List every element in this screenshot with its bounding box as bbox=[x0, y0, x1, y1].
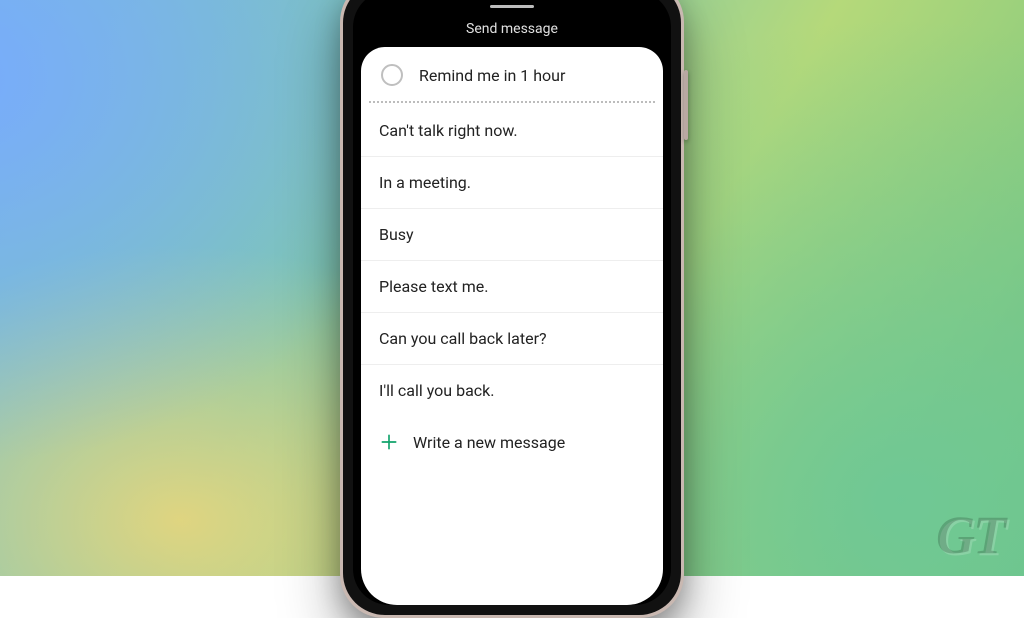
quick-reply-list: Can't talk right now. In a meeting. Busy… bbox=[361, 105, 663, 416]
write-new-message[interactable]: Write a new message bbox=[361, 416, 663, 474]
quick-reply-item[interactable]: Busy bbox=[361, 209, 663, 261]
remind-me-label: Remind me in 1 hour bbox=[419, 66, 565, 85]
quick-reply-item[interactable]: In a meeting. bbox=[361, 157, 663, 209]
plus-icon bbox=[379, 432, 399, 452]
quick-reply-item[interactable]: I'll call you back. bbox=[361, 365, 663, 416]
phone-bezel: Send message Remind me in 1 hour Can't t… bbox=[343, 0, 681, 615]
quick-reply-item[interactable]: Please text me. bbox=[361, 261, 663, 313]
phone-screen: Send message Remind me in 1 hour Can't t… bbox=[353, 0, 671, 605]
quick-reply-sheet: Remind me in 1 hour Can't talk right now… bbox=[361, 47, 663, 605]
quick-reply-item[interactable]: Can't talk right now. bbox=[361, 105, 663, 157]
write-new-message-label: Write a new message bbox=[413, 433, 565, 452]
phone-mockup: Send message Remind me in 1 hour Can't t… bbox=[340, 0, 684, 618]
divider-dotted bbox=[369, 101, 655, 103]
watermark-logo: GT bbox=[936, 504, 1004, 566]
radio-unchecked-icon bbox=[381, 64, 403, 86]
phone-side-button bbox=[684, 70, 688, 140]
sheet-title: Send message bbox=[353, 21, 671, 37]
drag-handle[interactable] bbox=[490, 5, 534, 8]
quick-reply-item[interactable]: Can you call back later? bbox=[361, 313, 663, 365]
remind-me-option[interactable]: Remind me in 1 hour bbox=[361, 47, 663, 101]
